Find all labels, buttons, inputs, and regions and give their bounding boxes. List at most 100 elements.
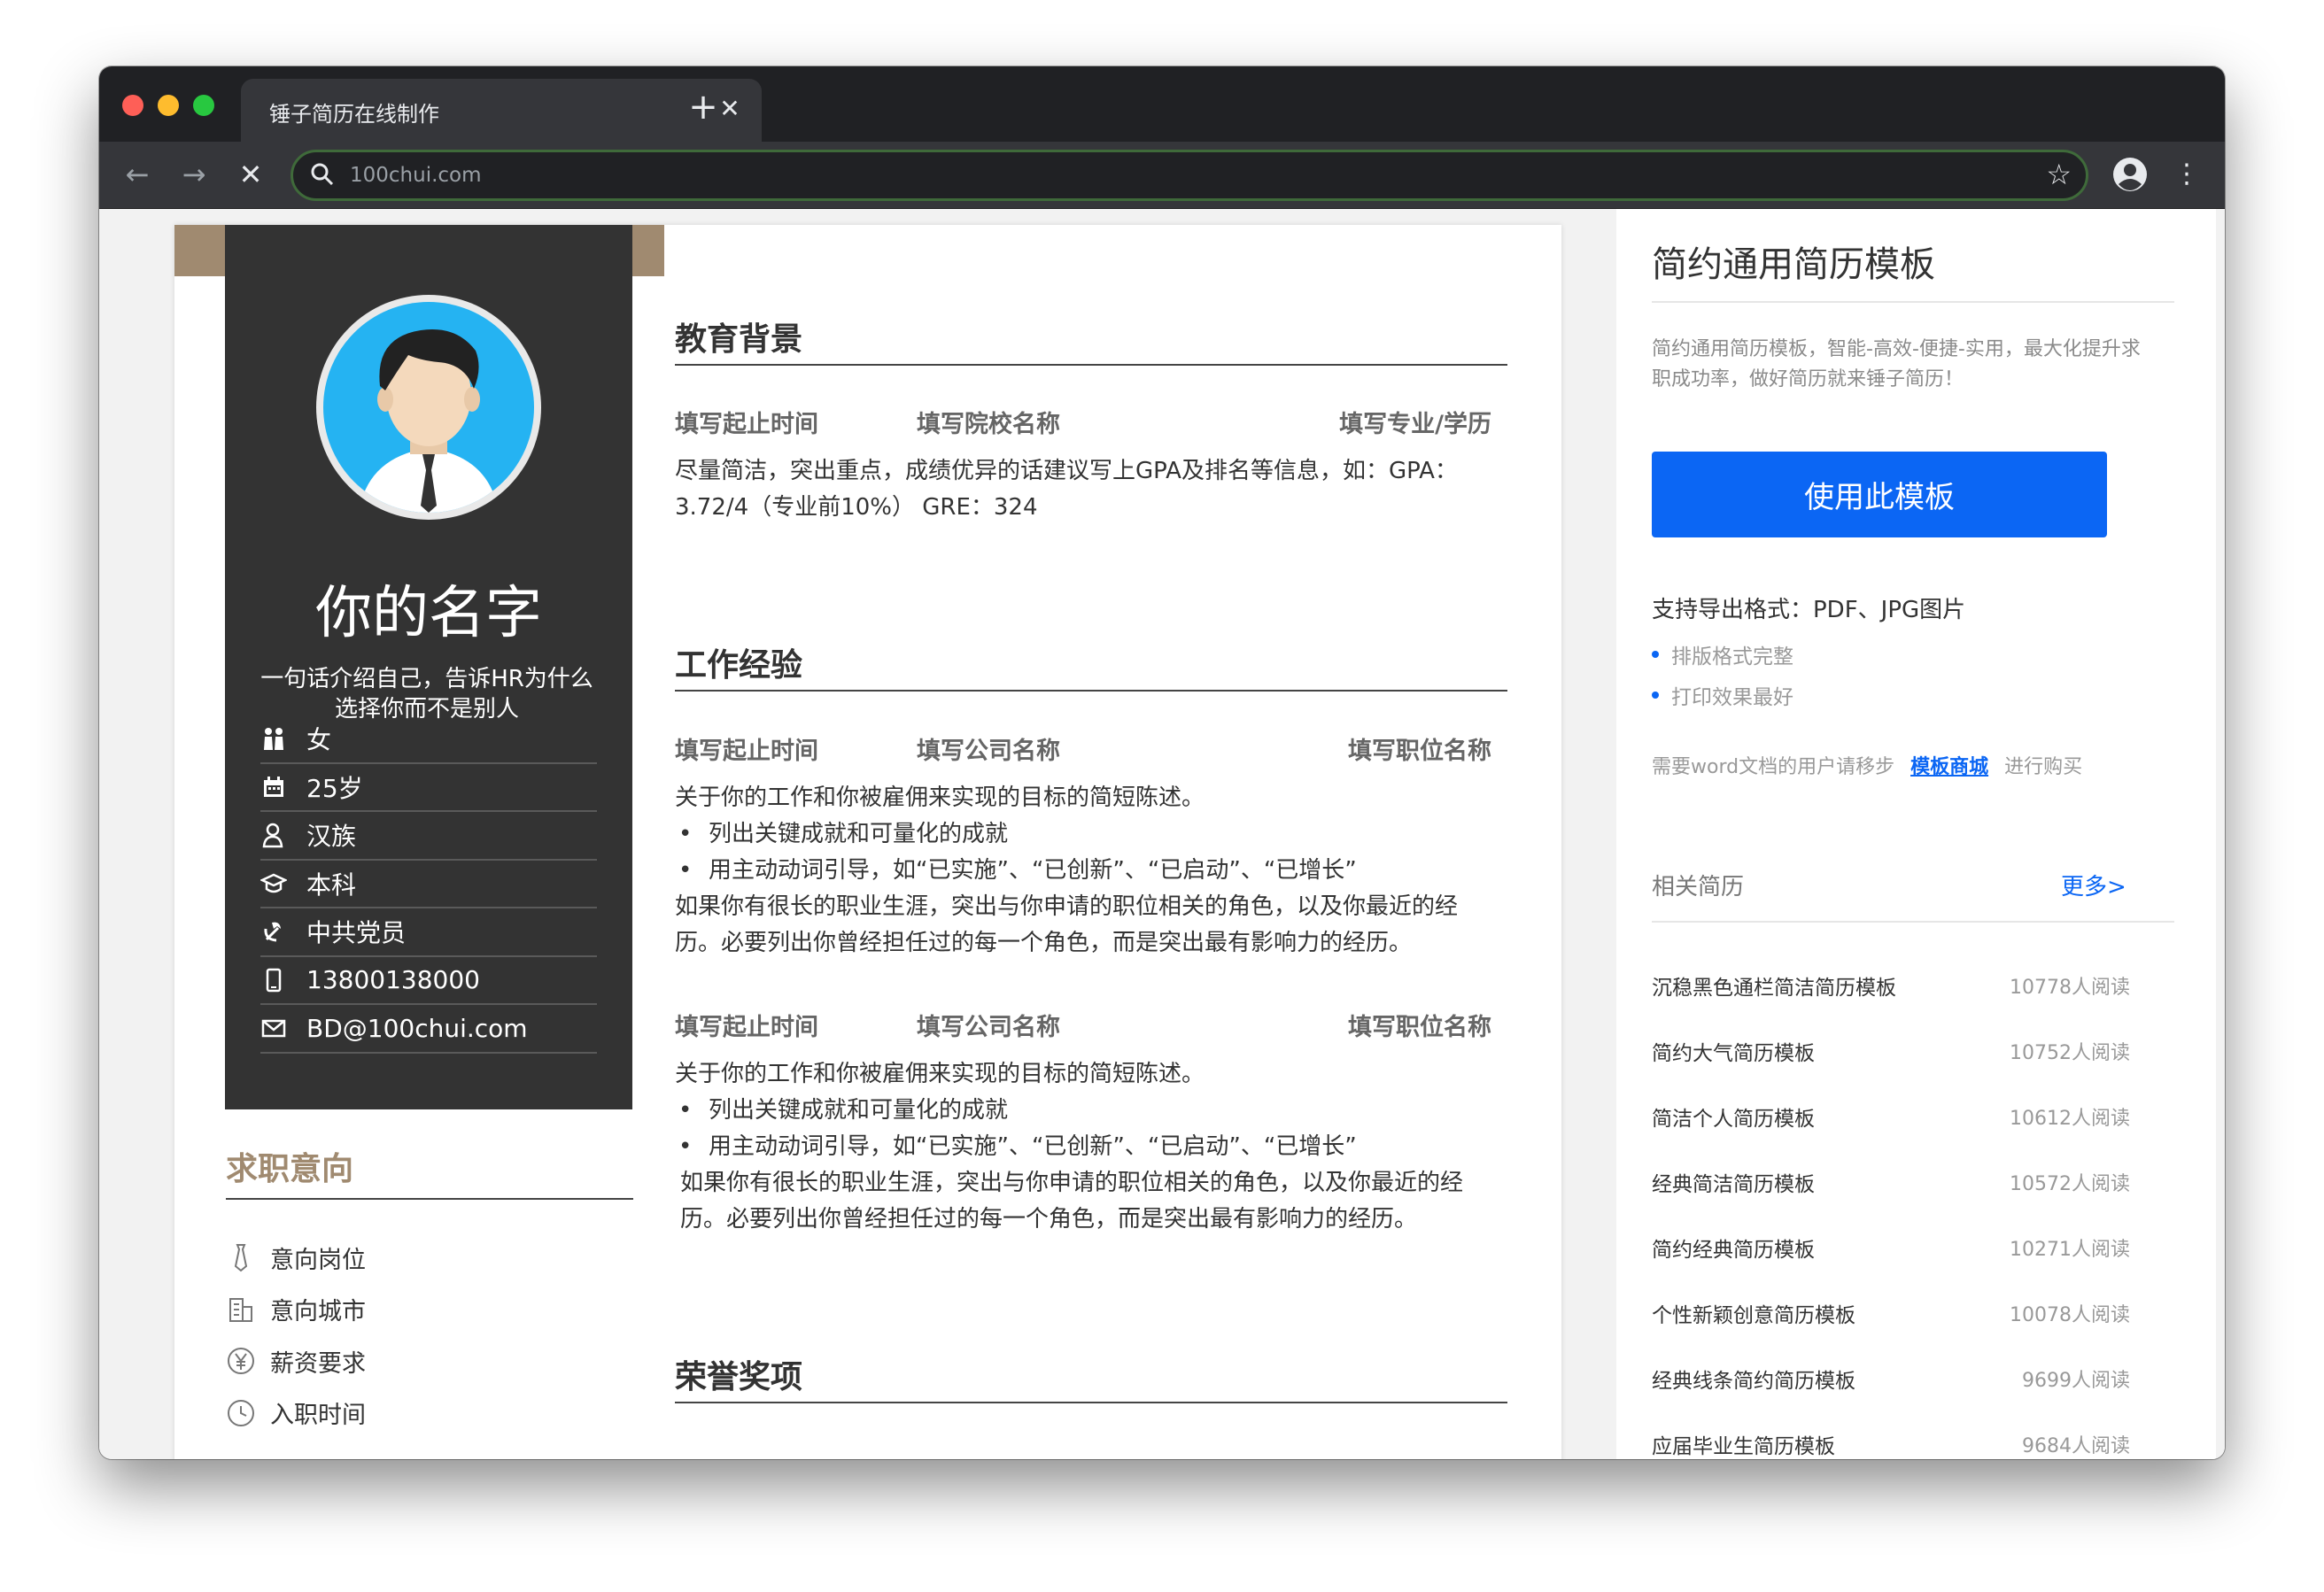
intent-text: 意向城市 [270,1298,366,1326]
related-item-reads: 9699人阅读 [2022,1370,2130,1392]
intent-text: 薪资要求 [270,1349,366,1378]
info-row-ethnicity[interactable]: 汉族 [260,812,597,861]
info-row-phone[interactable]: 13800138000 [260,957,597,1005]
related-item[interactable]: 简约经典简历模板 10271人阅读 [1652,1215,2130,1280]
work-bullet: 用主动动词引导，如“已实施”、“已创新”、“已启动”、“已增长” [675,1129,1507,1165]
bullet-dot-icon [1652,651,1659,658]
intent-divider [226,1198,633,1200]
phone-icon [260,962,306,998]
related-item[interactable]: 简洁个人简历模板 10612人阅读 [1652,1084,2130,1149]
work-entry-1-body[interactable]: 关于你的工作和你被雇佣来实现的目标的简短陈述。 列出关键成就和可量化的成就 用主… [675,780,1507,962]
info-row-education[interactable]: 本科 [260,861,597,908]
related-item-title: 沉稳黑色通栏简洁简历模板 [1652,977,1896,1000]
work-position: 填写职位名称 [1348,738,1491,765]
graduation-cap-icon [260,866,306,901]
feature-text: 打印效果最好 [1671,686,1793,709]
intent-item-city[interactable]: 意向城市 [226,1284,366,1336]
calendar-icon [260,769,306,805]
work-entry-1-header[interactable]: 填写起止时间 填写公司名称 填写职位名称 [675,731,1491,766]
education-header-row[interactable]: 填写起止时间 填写院校名称 填写专业/学历 [675,405,1491,439]
feature-text: 排版格式完整 [1671,645,1793,668]
edu-school: 填写院校名称 [917,411,1060,438]
info-row-email[interactable]: BD@100chui.com [260,1005,597,1054]
related-item-title: 经典简洁简历模板 [1652,1173,1815,1196]
work-entry-2-body[interactable]: 关于你的工作和你被雇佣来实现的目标的简短陈述。 列出关键成就和可量化的成就 用主… [675,1056,1507,1238]
related-item-reads: 10778人阅读 [2010,977,2130,999]
personal-info-list: 女 25岁 汉族 本科 中共党员 13800138000 BD@100chui.… [260,715,597,1054]
info-text: 汉族 [306,822,357,852]
word-notice: 需要word文档的用户请移步 模板商城 进行购买 [1652,751,2082,779]
info-text: BD@100chui.com [306,1013,528,1043]
related-item[interactable]: 简约大气简历模板 10752人阅读 [1652,1018,2130,1084]
template-description: 简约通用简历模板，智能-高效-便捷-实用，最大化提升求职成功率，做好简历就来锤子… [1652,338,2141,390]
related-item[interactable]: 经典简洁简历模板 10572人阅读 [1652,1149,2130,1215]
title-bar: 锤子简历在线制作 ✕ + [99,66,2225,142]
minimize-window-button[interactable] [158,95,179,116]
edu-major: 填写专业/学历 [1339,411,1491,438]
tab-title: 锤子简历在线制作 [269,102,439,127]
work-period: 填写起止时间 [675,738,818,765]
new-tab-icon[interactable]: + [684,89,723,128]
browser-toolbar: ← → ✕ 100chui.com ☆ ⋮ [99,142,2225,209]
work-bullet: 用主动动词引导，如“已实施”、“已创新”、“已启动”、“已增长” [675,853,1507,889]
intent-title[interactable]: 求职意向 [226,1143,353,1189]
intent-item-position[interactable]: 意向岗位 [226,1232,366,1284]
feature-item: 打印效果最好 [1652,680,1793,710]
paper-margin [174,276,225,1459]
work-entry-2-header[interactable]: 填写起止时间 填写公司名称 填写职位名称 [675,1008,1491,1042]
info-row-gender[interactable]: 女 [260,715,597,764]
gender-icon [260,721,306,756]
related-item[interactable]: 个性新颖创意简历模板 10078人阅读 [1652,1280,2130,1346]
person-icon [260,817,306,853]
party-icon [260,914,306,949]
honors-title[interactable]: 荣誉奖项 [675,1351,802,1397]
bookmark-star-icon[interactable]: ☆ [2046,158,2072,191]
edu-period: 填写起止时间 [675,411,818,438]
more-menu-icon[interactable]: ⋮ [2173,154,2200,195]
work-detail: 如果你有很长的职业生涯，突出与你申请的职位相关的角色，以及你最近的经历。必要列出… [680,1170,1464,1233]
intent-item-start-date[interactable]: 入职时间 [226,1387,366,1440]
work-title[interactable]: 工作经验 [675,639,802,685]
use-template-button[interactable]: 使用此模板 [1652,452,2107,537]
intent-item-salary[interactable]: 薪资要求 [226,1335,366,1387]
account-icon[interactable] [2110,154,2150,195]
related-item[interactable]: 经典线条简约简历模板 9699人阅读 [1652,1346,2130,1411]
template-store-link[interactable]: 模板商城 [1910,756,1988,778]
page-viewport: 你的名字 一句话介绍自己，告诉HR为什么选择你而不是别人 女 25岁 汉族 本科… [99,209,2225,1459]
close-window-button[interactable] [122,95,143,116]
export-formats: 支持导出格式：PDF、JPG图片 [1652,597,1966,623]
related-item-title: 应届毕业生简历模板 [1652,1435,1835,1458]
education-title[interactable]: 教育背景 [675,313,802,359]
avatar-illustration [359,328,499,513]
related-item-reads: 10612人阅读 [2010,1108,2130,1130]
work-divider [675,690,1507,692]
related-list: 沉稳黑色通栏简洁简历模板 10778人阅读 简约大气简历模板 10752人阅读 简洁… [1652,953,2130,1459]
avatar [316,295,541,520]
work-bullet: 列出关键成就和可量化的成就 [675,1093,1507,1129]
intent-text: 意向岗位 [270,1246,366,1274]
related-item-title: 简约大气简历模板 [1652,1042,1815,1065]
info-text: 25岁 [306,773,363,803]
address-bar[interactable]: 100chui.com ☆ [290,150,2088,201]
info-row-party[interactable]: 中共党员 [260,908,597,957]
related-item-reads: 9684人阅读 [2022,1435,2130,1457]
related-item[interactable]: 应届毕业生简历模板 9684人阅读 [1652,1411,2130,1459]
education-description[interactable]: 尽量简洁，突出重点，成绩优异的话建议写上GPA及排名等信息，如：GPA：3.72… [675,453,1490,526]
back-arrow-icon[interactable]: ← [117,154,158,195]
related-item-title: 个性新颖创意简历模板 [1652,1304,1855,1327]
stop-loading-icon[interactable]: ✕ [230,154,271,195]
clock-icon [226,1398,270,1428]
info-text: 中共党员 [306,918,407,948]
info-row-age[interactable]: 25岁 [260,764,597,812]
search-icon [311,163,334,186]
feature-item: 排版格式完整 [1652,639,1793,669]
maximize-window-button[interactable] [193,95,214,116]
forward-arrow-icon[interactable]: → [174,154,214,195]
more-link[interactable]: 更多> [2061,869,2126,901]
related-item[interactable]: 沉稳黑色通栏简洁简历模板 10778人阅读 [1652,953,2130,1018]
related-item-title: 简洁个人简历模板 [1652,1108,1815,1131]
related-item-reads: 10078人阅读 [2010,1304,2130,1326]
work-period: 填写起止时间 [675,1014,818,1041]
resume-name[interactable]: 你的名字 [225,568,632,649]
building-icon [226,1294,270,1325]
